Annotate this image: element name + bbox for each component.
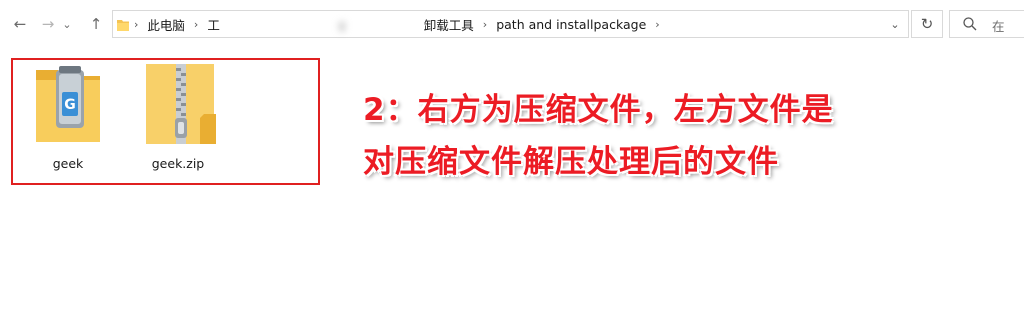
- breadcrumb-folder-1[interactable]: 工: [201, 15, 226, 34]
- breadcrumb: › 此电脑 › 工 g 卸载工具 › path and installpacka…: [131, 11, 663, 37]
- svg-text:G: G: [64, 97, 76, 113]
- breadcrumb-separator[interactable]: ›: [652, 18, 662, 31]
- recent-locations-chevron-icon[interactable]: ⌄: [60, 12, 74, 36]
- search-icon: [963, 17, 977, 31]
- annotation-line-1: 2：右方为压缩文件，左方文件是: [363, 92, 834, 128]
- refresh-button[interactable]: ↻: [911, 10, 943, 38]
- folder-icon: [117, 20, 129, 31]
- back-arrow-icon[interactable]: ←: [8, 12, 32, 36]
- breadcrumb-current-folder[interactable]: path and installpackage: [490, 17, 652, 32]
- breadcrumb-folder-2[interactable]: g: [332, 17, 352, 32]
- annotation-line-2: 对压缩文件解压处理后的文件: [363, 144, 779, 180]
- search-placeholder: 在: [992, 19, 1005, 34]
- address-bar[interactable]: › 此电脑 › 工 g 卸载工具 › path and installpacka…: [112, 10, 909, 38]
- zip-folder-icon: [146, 64, 216, 144]
- breadcrumb-separator[interactable]: ›: [191, 18, 201, 31]
- app-folder-icon: G: [36, 66, 100, 142]
- search-box[interactable]: 在: [949, 10, 1024, 38]
- navigation-bar: ← → ⌄ ↑ › 此电脑 › 工 g 卸载工具 › path and inst…: [0, 0, 1024, 50]
- breadcrumb-separator[interactable]: ›: [131, 18, 141, 31]
- file-name: geek: [52, 156, 84, 171]
- forward-arrow-icon[interactable]: →: [36, 12, 60, 36]
- up-arrow-icon[interactable]: ↑: [84, 12, 108, 36]
- address-dropdown-icon[interactable]: ⌄: [888, 16, 902, 32]
- file-item-geek-zip[interactable]: geek.zip: [128, 60, 228, 180]
- file-item-geek[interactable]: G geek: [18, 60, 118, 180]
- file-name: geek.zip: [151, 156, 205, 171]
- breadcrumb-separator[interactable]: ›: [480, 18, 490, 31]
- breadcrumb-uninstall-tools[interactable]: 卸载工具: [424, 15, 480, 34]
- breadcrumb-this-pc[interactable]: 此电脑: [141, 15, 191, 34]
